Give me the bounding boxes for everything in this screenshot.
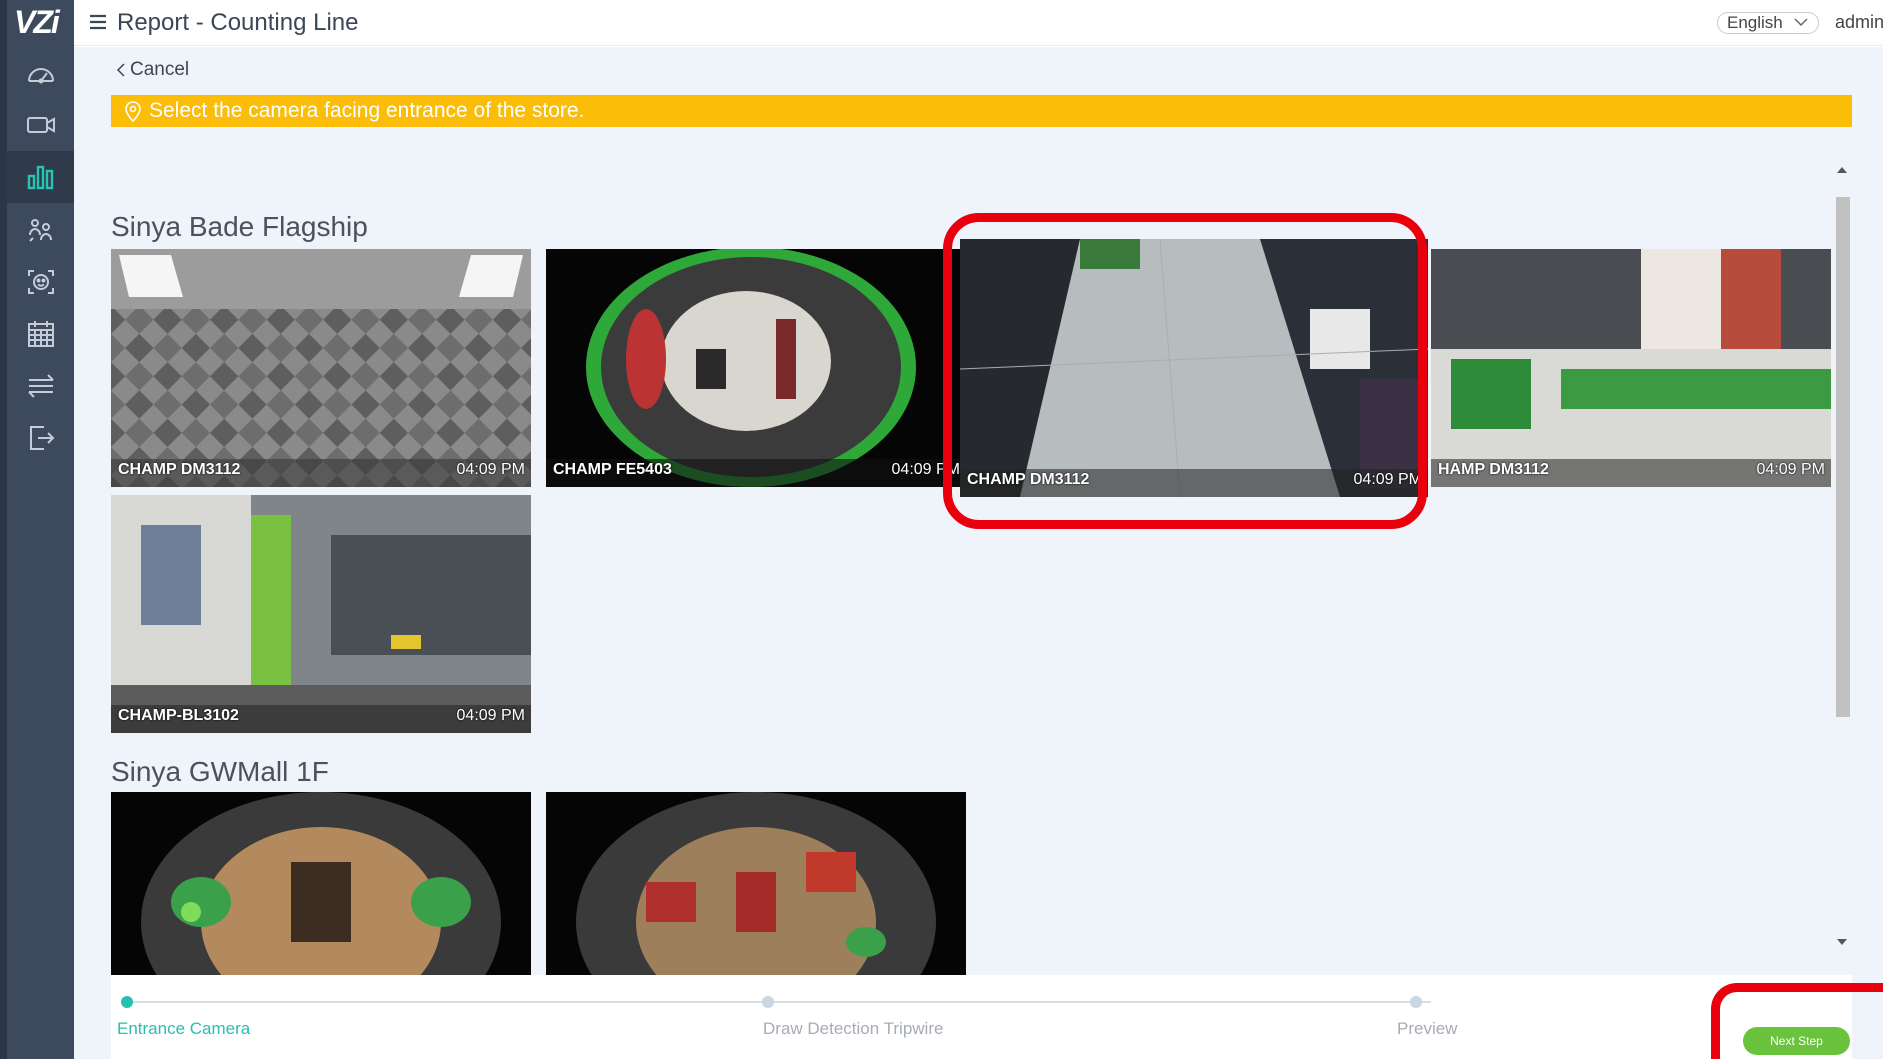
transfer-arrows-icon — [27, 374, 54, 398]
chevron-left-icon — [116, 63, 125, 77]
step-dot-entrance — [121, 996, 133, 1008]
user-menu[interactable]: admin — [1835, 12, 1883, 33]
people-flow-icon — [28, 219, 52, 242]
sidebar-item-cameras[interactable] — [7, 99, 74, 151]
step-label-entrance[interactable]: Entrance Camera — [117, 1019, 250, 1039]
dashboard-gauge-icon — [27, 68, 54, 84]
camera-feed-image — [111, 792, 531, 993]
sidebar-item-transfer[interactable] — [7, 360, 74, 412]
camera-list: Sinya Bade Flagship CHAMP DM3112 04:09 P… — [111, 165, 1831, 993]
calendar-icon — [27, 321, 54, 347]
step-label-tripwire[interactable]: Draw Detection Tripwire — [763, 1019, 943, 1039]
sidebar-item-reports[interactable] — [7, 151, 74, 203]
page-title: Report - Counting Line — [117, 9, 359, 36]
sidebar-item-face[interactable] — [7, 256, 74, 308]
language-select-value: English — [1727, 13, 1783, 32]
scrollbar-thumb[interactable] — [1836, 197, 1850, 717]
top-header: Report - Counting Line English admin — [74, 0, 1883, 46]
cancel-label: Cancel — [130, 59, 190, 80]
camera-feed-image — [1431, 249, 1831, 487]
camera-feed-image — [111, 495, 531, 733]
camera-time: 04:09 PM — [456, 707, 525, 724]
scroll-up-arrow-icon[interactable] — [1837, 167, 1847, 173]
group-title: Sinya GWMall 1F — [111, 756, 329, 787]
camera-tile[interactable]: CHAMP DM3112 04:09 PM — [111, 249, 531, 487]
step-label-preview[interactable]: Preview — [1397, 1019, 1457, 1039]
camera-tile[interactable]: CHAMP FE5403 04:09 PM — [546, 249, 966, 487]
scroll-down-arrow-icon[interactable] — [1837, 939, 1847, 945]
camera-feed-image — [546, 792, 966, 993]
cancel-link[interactable]: Cancel — [116, 59, 189, 81]
instruction-banner: Select the camera facing entrance of the… — [111, 95, 1852, 127]
group-title: Sinya Bade Flagship — [111, 211, 368, 242]
video-camera-icon — [26, 117, 55, 133]
camera-feed-image — [546, 249, 966, 487]
step-dot-tripwire — [762, 996, 774, 1008]
face-recognition-icon — [27, 270, 54, 294]
progress-stepper: Entrance Camera Draw Detection Tripwire … — [111, 975, 1852, 1059]
camera-name: CHAMP-BL3102 — [118, 707, 239, 724]
sidebar-item-logout[interactable] — [7, 412, 74, 464]
sidebar-item-calendar[interactable] — [7, 308, 74, 360]
location-pin-icon — [125, 101, 141, 122]
camera-tile[interactable]: CHAMP-BL3102 04:09 PM — [111, 495, 531, 733]
main-content: Cancel Select the camera facing entrance… — [74, 47, 1883, 1059]
hamburger-menu-icon[interactable] — [88, 12, 108, 32]
step-dot-preview — [1410, 996, 1422, 1008]
camera-name: CHAMP FE5403 — [553, 461, 672, 478]
chevron-down-icon — [1794, 18, 1808, 27]
selection-highlight — [943, 213, 1427, 529]
scrollbar[interactable] — [1834, 167, 1850, 957]
camera-tile[interactable]: HAMP DM3112 04:09 PM — [1431, 249, 1831, 487]
instruction-text: Select the camera facing entrance of the… — [149, 99, 585, 122]
camera-tile[interactable] — [546, 792, 966, 993]
stepper-line — [126, 1001, 1431, 1003]
app-logo[interactable]: VZi — [14, 6, 70, 38]
camera-feed-image — [111, 249, 531, 487]
camera-tile[interactable] — [111, 792, 531, 993]
camera-time: 04:09 PM — [1756, 461, 1825, 478]
camera-time: 04:09 PM — [456, 461, 525, 478]
logout-icon — [29, 426, 54, 450]
camera-name: CHAMP DM3112 — [118, 461, 241, 478]
sidebar-item-dashboard[interactable] — [7, 48, 74, 100]
camera-name: HAMP DM3112 — [1438, 461, 1549, 478]
language-select[interactable]: English — [1717, 12, 1819, 34]
sidebar-edge — [0, 0, 7, 1059]
sidebar: VZi — [0, 0, 74, 1059]
sidebar-item-people-flow[interactable] — [7, 204, 74, 256]
bar-chart-icon — [27, 165, 53, 190]
next-step-highlight — [1711, 983, 1883, 1059]
